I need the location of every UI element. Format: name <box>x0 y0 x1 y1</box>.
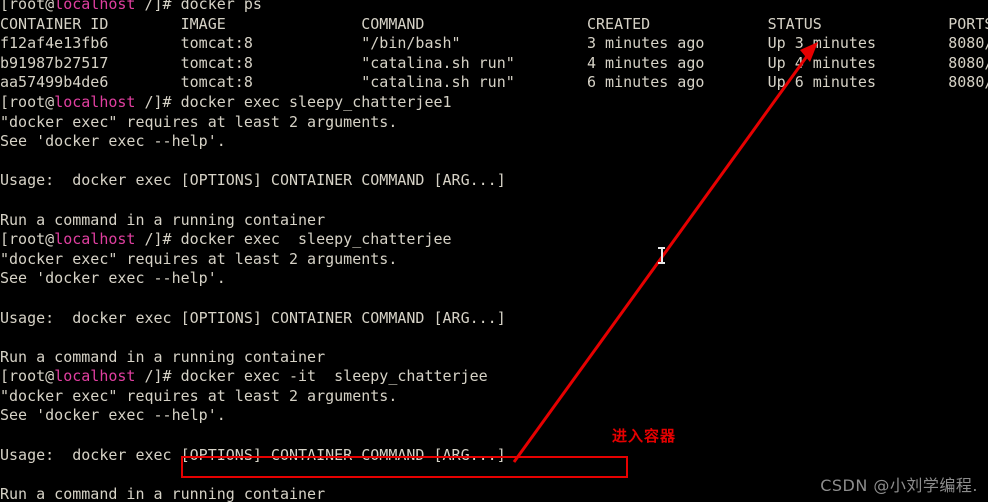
terminal-output-line: Run a command in a running container <box>0 211 988 231</box>
terminal-output-line: f12af4e13fb6 tomcat:8 "/bin/bash" 3 minu… <box>0 34 988 54</box>
terminal-prompt-line: [root@localhost /]# docker exec sleepy_c… <box>0 93 988 113</box>
terminal-output-text: "docker exec" requires at least 2 argume… <box>0 112 398 131</box>
terminal-output-text: See 'docker exec --help'. <box>0 406 226 425</box>
prompt-hostname: localhost <box>54 0 136 13</box>
terminal-output-line: See 'docker exec --help'. <box>0 132 988 152</box>
prompt-command[interactable]: docker exec sleepy_chatterjee <box>181 230 452 248</box>
terminal-output-line: See 'docker exec --help'. <box>0 406 988 426</box>
terminal-output-text: Run a command in a running container <box>0 210 326 229</box>
terminal-output-text: "docker exec" requires at least 2 argume… <box>0 249 398 268</box>
csdn-watermark: CSDN @小刘学编程. <box>820 476 978 496</box>
terminal-output-text: "docker exec" requires at least 2 argume… <box>0 386 398 405</box>
terminal-output-text: aa57499b4de6 tomcat:8 "catalina.sh run" … <box>0 73 988 92</box>
prompt-path: /]# <box>135 230 181 249</box>
terminal-output-text: Run a command in a running container <box>0 347 326 366</box>
prompt-command[interactable]: docker exec -it sleepy_chatterjee <box>181 367 488 385</box>
terminal-output-line: "docker exec" requires at least 2 argume… <box>0 113 988 133</box>
prompt-hostname: localhost <box>54 367 136 386</box>
annotation-label-cn: 进入容器 <box>612 427 677 445</box>
terminal-output-line: "docker exec" requires at least 2 argume… <box>0 387 988 407</box>
terminal-prompt-line: [root@localhost /]# docker exec sleepy_c… <box>0 230 988 250</box>
prompt-path: /]# <box>135 367 181 386</box>
prompt-prefix: [root@ <box>0 0 55 13</box>
terminal-output-text: Usage: docker exec [OPTIONS] CONTAINER C… <box>0 171 506 190</box>
terminal-output-text: See 'docker exec --help'. <box>0 269 226 288</box>
prompt-hostname: localhost <box>54 230 136 249</box>
terminal-output-line: b91987b27517 tomcat:8 "catalina.sh run" … <box>0 54 988 74</box>
terminal-output-line: Usage: docker exec [OPTIONS] CONTAINER C… <box>0 309 988 329</box>
terminal-output-text: Usage: docker exec [OPTIONS] CONTAINER C… <box>0 308 506 327</box>
terminal-output-text: CONTAINER ID IMAGE COMMAND CREATED STATU… <box>0 14 988 33</box>
terminal-output-line: CONTAINER ID IMAGE COMMAND CREATED STATU… <box>0 15 988 35</box>
terminal-output-line: Run a command in a running container <box>0 348 988 368</box>
terminal-output-text: Usage: docker exec [OPTIONS] CONTAINER C… <box>0 445 506 464</box>
prompt-command[interactable]: docker exec sleepy_chatterjee1 <box>181 93 452 111</box>
terminal-output-text: Run a command in a running container <box>0 484 326 502</box>
prompt-path: /]# <box>135 0 181 13</box>
prompt-command[interactable]: docker ps <box>181 0 262 13</box>
terminal-window[interactable]: [root@localhost /]# docker ps CONTAINER I… <box>0 0 988 502</box>
terminal-prompt-line: [root@localhost /]# docker ps <box>0 0 988 15</box>
prompt-path: /]# <box>135 92 181 111</box>
prompt-prefix: [root@ <box>0 367 55 386</box>
terminal-output-text: See 'docker exec --help'. <box>0 132 226 151</box>
terminal-prompt-line: [root@localhost /]# docker exec -it slee… <box>0 367 988 387</box>
prompt-prefix: [root@ <box>0 230 55 249</box>
terminal-output-text: f12af4e13fb6 tomcat:8 "/bin/bash" 3 minu… <box>0 34 988 53</box>
prompt-prefix: [root@ <box>0 92 55 111</box>
terminal-output-line: See 'docker exec --help'. <box>0 269 988 289</box>
terminal-output-line: Usage: docker exec [OPTIONS] CONTAINER C… <box>0 171 988 191</box>
terminal-output-line: aa57499b4de6 tomcat:8 "catalina.sh run" … <box>0 73 988 93</box>
prompt-hostname: localhost <box>54 92 136 111</box>
terminal-output[interactable]: [root@localhost /]# docker ps CONTAINER I… <box>0 0 988 502</box>
terminal-output-line: "docker exec" requires at least 2 argume… <box>0 250 988 270</box>
terminal-output-text: b91987b27517 tomcat:8 "catalina.sh run" … <box>0 53 988 72</box>
terminal-output-line: Usage: docker exec [OPTIONS] CONTAINER C… <box>0 446 988 466</box>
